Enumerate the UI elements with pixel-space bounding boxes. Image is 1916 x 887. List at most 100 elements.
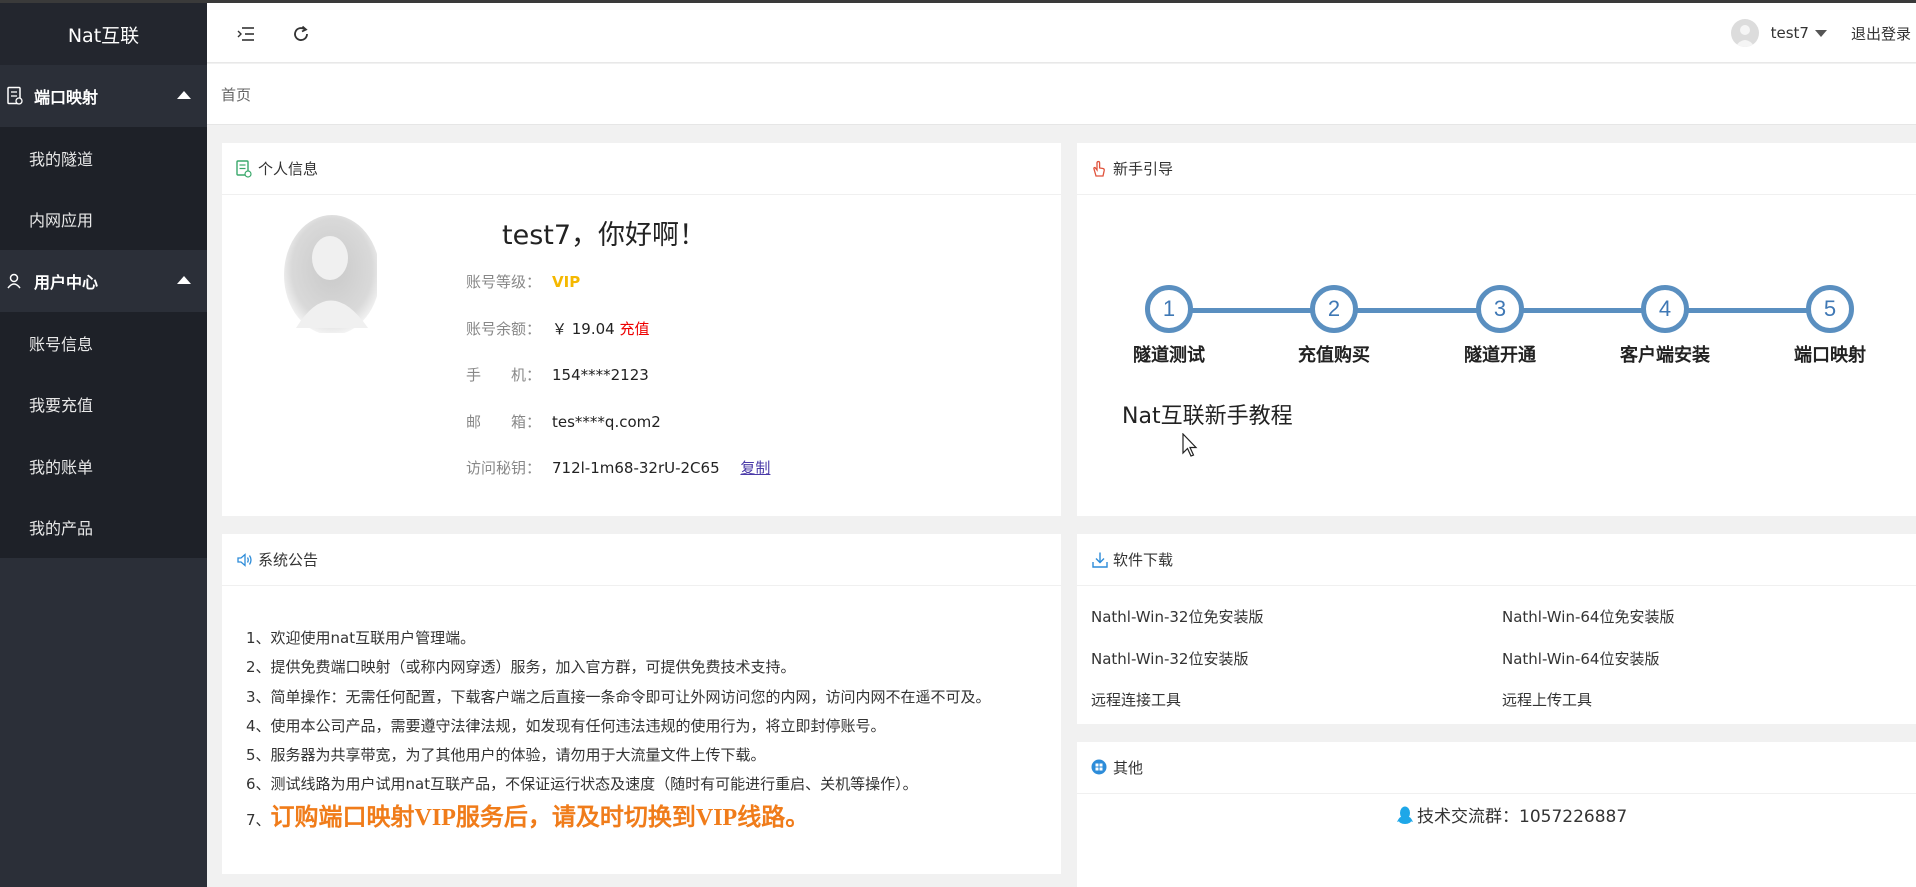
guide-step-2[interactable]: 2 充值购买 — [1264, 285, 1404, 367]
breadcrumb-home[interactable]: 首页 — [221, 84, 251, 105]
email-label: 邮 箱： — [466, 413, 542, 431]
caret-down-icon[interactable] — [1814, 29, 1827, 37]
panel-title: 系统公告 — [258, 551, 319, 569]
info-row-email: 邮 箱： tes****q.com2 — [466, 411, 661, 432]
sidebar-item-my-tunnels[interactable]: 我的隧道 — [0, 127, 207, 189]
step-label: 客户端安装 — [1620, 345, 1710, 366]
download-remote-upload-tool[interactable]: 远程上传工具 — [1502, 689, 1592, 710]
sidebar-group-label: 用户中心 — [34, 273, 99, 292]
guide-step-4[interactable]: 4 客户端安装 — [1595, 285, 1735, 367]
user-icon — [6, 271, 26, 291]
user-menu: test7 退出登录 — [1730, 3, 1916, 63]
chevron-up-icon — [177, 276, 191, 284]
info-row-level: 账号等级： VIP — [466, 271, 580, 292]
announcement-panel-header: 系统公告 — [222, 534, 1061, 586]
sidebar-group-label: 端口映射 — [34, 88, 99, 107]
announcement-item: 3、简单操作：无需任何配置，下载客户端之后直接一条命令即可让外网访问您的内网，访… — [246, 687, 991, 706]
profile-panel-header: 个人信息 — [222, 143, 1061, 195]
announcement-list: 1、欢迎使用nat互联用户管理端。 2、提供免费端口映射（或称内网穿透）服务，加… — [246, 624, 991, 836]
panel-title: 软件下载 — [1113, 551, 1174, 569]
guide-panel-header: 新手引导 — [1077, 143, 1916, 195]
guide-step-1[interactable]: 1 隧道测试 — [1099, 285, 1239, 367]
guide-step-3[interactable]: 3 隧道开通 — [1430, 285, 1570, 367]
highlight-number: 7、 — [246, 810, 271, 829]
avatar[interactable] — [1730, 19, 1759, 47]
document-icon — [6, 86, 26, 106]
highlight-text: 订购端口映射VIP服务后，请及时切换到VIP线路。 — [270, 804, 810, 831]
sidebar-group-user-center[interactable]: 用户中心 — [0, 250, 207, 312]
sidebar-item-my-bills[interactable]: 我的账单 — [0, 435, 207, 497]
recharge-link[interactable]: 充值 — [620, 320, 650, 338]
sidebar: Nat互联 端口映射 我的隧道 内网应用 用户中心 账号信息 我要充值 我的账单… — [0, 3, 207, 887]
announcement-item-highlight: 7、订购端口映射VIP服务后，请及时切换到VIP线路。 — [246, 800, 991, 836]
balance-value: ￥ 19.04 — [552, 320, 615, 338]
phone-label: 手 机： — [466, 366, 542, 384]
download-win32-installer[interactable]: Nathl-Win-32位安装版 — [1091, 648, 1248, 669]
sidebar-group-port-mapping[interactable]: 端口映射 — [0, 65, 207, 127]
announcement-item: 1、欢迎使用nat互联用户管理端。 — [246, 629, 476, 647]
info-row-balance: 账号余额： ￥ 19.04 充值 — [466, 318, 650, 339]
info-row-access-key: 访问秘钥： 712l-1m68-32rU-2C65 复制 — [466, 457, 770, 478]
announcement-panel: 系统公告 1、欢迎使用nat互联用户管理端。 2、提供免费端口映射（或称内网穿透… — [222, 534, 1061, 874]
announcement-item: 4、使用本公司产品，需要遵守法律法规，如发现有任何违法违规的使用行为，将立即封停… — [246, 716, 886, 735]
top-header: test7 退出登录 — [207, 3, 1916, 63]
step-label: 隧道开通 — [1464, 345, 1536, 366]
sidebar-item-account-info[interactable]: 账号信息 — [0, 312, 207, 374]
level-value: VIP — [552, 273, 581, 291]
step-label: 端口映射 — [1794, 345, 1866, 366]
phone-value: 154****2123 — [552, 366, 649, 384]
username-dropdown[interactable]: test7 — [1771, 24, 1809, 42]
logout-link[interactable]: 退出登录 — [1851, 23, 1911, 44]
guide-panel: 新手引导 1 隧道测试 2 充值购买 3 隧道开通 4 客户端安装 5 端口映射… — [1077, 143, 1916, 516]
announcement-item: 6、测试线路为用户试用nat互联产品，不保证运行状态及速度（随时有可能进行重启、… — [246, 775, 918, 794]
download-remote-connect-tool[interactable]: 远程连接工具 — [1091, 689, 1181, 710]
speaker-icon — [236, 551, 254, 569]
download-icon — [1091, 551, 1109, 569]
tutorial-link[interactable]: Nat互联新手教程 — [1122, 398, 1293, 430]
qq-group-info[interactable]: 技术交流群：1057226887 — [1397, 802, 1627, 827]
sidebar-item-intranet-apps[interactable]: 内网应用 — [0, 188, 207, 250]
access-key-label: 访问秘钥： — [466, 459, 542, 477]
email-value: tes****q.com2 — [552, 413, 661, 431]
step-label: 隧道测试 — [1133, 345, 1205, 366]
panel-title: 新手引导 — [1113, 160, 1174, 178]
access-key-value: 712l-1m68-32rU-2C65 — [552, 459, 720, 477]
guide-steps: 1 隧道测试 2 充值购买 3 隧道开通 4 客户端安装 5 端口映射 — [1133, 263, 1866, 383]
announcement-item: 2、提供免费端口映射（或称内网穿透）服务，加入官方群，可提供免费技术支持。 — [246, 658, 796, 677]
download-win64-installer[interactable]: Nathl-Win-64位安装版 — [1502, 648, 1659, 669]
avatar — [282, 213, 380, 335]
other-panel-header: 其他 — [1077, 742, 1916, 794]
downloads-panel-header: 软件下载 — [1077, 534, 1916, 586]
menu-fold-icon[interactable] — [235, 23, 257, 45]
app-logo[interactable]: Nat互联 — [0, 3, 207, 65]
grid-circle-icon — [1091, 759, 1109, 777]
qq-penguin-icon — [1397, 805, 1413, 825]
step-number: 2 — [1310, 285, 1358, 333]
download-win64-portable[interactable]: Nathl-Win-64位免安装版 — [1502, 606, 1674, 627]
download-win32-portable[interactable]: Nathl-Win-32位免安装版 — [1091, 606, 1263, 627]
downloads-panel: 软件下载 Nathl-Win-32位免安装版 Nathl-Win-64位免安装版… — [1077, 534, 1916, 724]
other-panel: 其他 技术交流群：1057226887 — [1077, 742, 1916, 887]
qq-group-text: 技术交流群：1057226887 — [1417, 807, 1628, 827]
step-number: 1 — [1145, 285, 1193, 333]
step-number: 4 — [1641, 285, 1689, 333]
copy-key-link[interactable]: 复制 — [740, 459, 770, 477]
balance-label: 账号余额： — [466, 320, 542, 338]
profile-panel: 个人信息 test7，你好啊！ 账号等级： VIP 账号余额： ￥ 19.04 充值… — [222, 143, 1061, 516]
sidebar-item-recharge[interactable]: 我要充值 — [0, 373, 207, 435]
chevron-up-icon — [177, 91, 191, 99]
panel-title: 其他 — [1113, 759, 1144, 777]
guide-step-5[interactable]: 5 端口映射 — [1760, 285, 1900, 367]
greeting: test7，你好啊！ — [502, 220, 707, 251]
sidebar-item-my-products[interactable]: 我的产品 — [0, 496, 207, 558]
step-number: 5 — [1806, 285, 1854, 333]
refresh-icon[interactable] — [290, 23, 312, 45]
step-number: 3 — [1476, 285, 1524, 333]
hand-pointer-icon — [1091, 160, 1109, 178]
panel-title: 个人信息 — [258, 160, 319, 178]
level-label: 账号等级： — [466, 273, 542, 291]
info-row-phone: 手 机： 154****2123 — [466, 364, 649, 385]
breadcrumb: 首页 — [207, 64, 1916, 125]
step-label: 充值购买 — [1298, 345, 1370, 366]
id-card-icon — [236, 159, 254, 178]
